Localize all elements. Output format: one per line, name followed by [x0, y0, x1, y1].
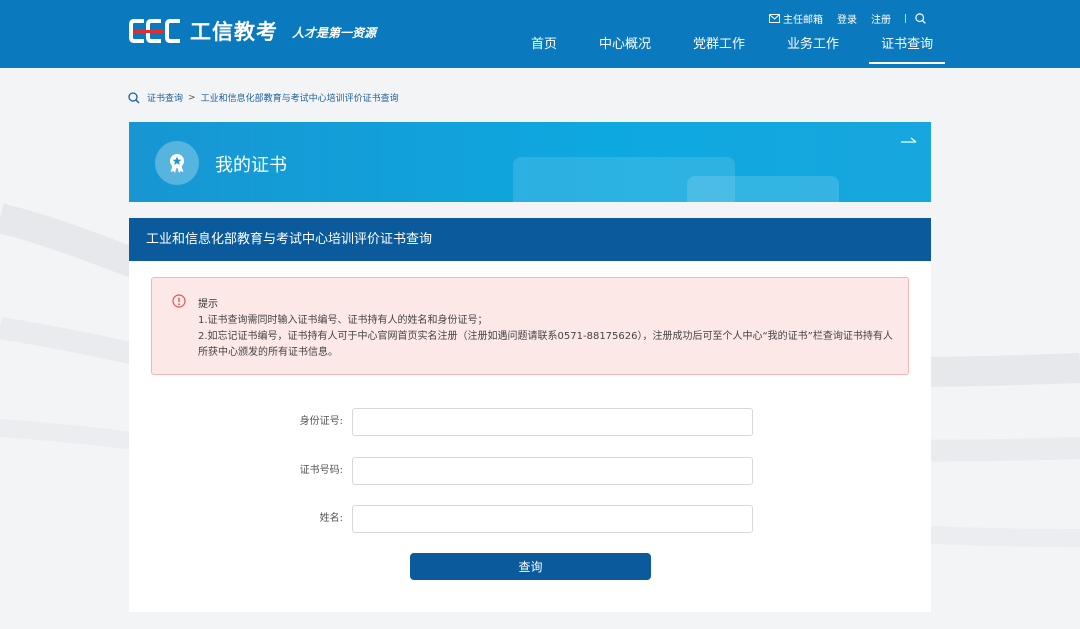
- banner-title: 我的证书: [215, 155, 287, 176]
- breadcrumb: 证书查询 > 工业和信息化部教育与考试中心培训评价证书查询: [128, 91, 399, 104]
- certificate-icon-badge: [155, 141, 199, 185]
- nav-center-overview[interactable]: 中心概况: [587, 35, 663, 68]
- certificate-number-input[interactable]: [352, 457, 753, 485]
- notice-title: 提示: [198, 299, 218, 310]
- register-link[interactable]: 注册: [871, 11, 891, 26]
- breadcrumb-root[interactable]: 证书查询: [147, 91, 183, 104]
- certificate-query-card: 工业和信息化部教育与考试中心培训评价证书查询 提示 1.证书查询需同时输入证书编…: [129, 218, 931, 612]
- arrow-right-icon[interactable]: [901, 136, 917, 146]
- notice-line: 2.如忘记证书编号，证书持有人可于中心官网首页实名注册（注册如遇问题请联系057…: [198, 331, 893, 358]
- utility-links: 主任邮箱 登录 注册: [769, 11, 926, 26]
- search-icon: [128, 91, 140, 103]
- warning-icon: [172, 294, 186, 308]
- notice-box: 提示 1.证书查询需同时输入证书编号、证书持有人的姓名和身份证号； 2.如忘记证…: [151, 277, 909, 375]
- name-input[interactable]: [352, 505, 753, 533]
- search-icon: [915, 13, 926, 24]
- ceec-logo-icon: [129, 19, 180, 43]
- certificate-number-row: 证书号码:: [129, 457, 931, 485]
- name-label: 姓名:: [319, 513, 343, 524]
- breadcrumb-current: 工业和信息化部教育与考试中心培训评价证书查询: [200, 94, 399, 104]
- mail-icon: [769, 14, 780, 23]
- director-mailbox-link[interactable]: 主任邮箱: [769, 11, 823, 26]
- logo-text: 工信教考: [190, 20, 278, 44]
- login-link[interactable]: 登录: [837, 11, 857, 26]
- id-number-row: 身份证号:: [129, 408, 931, 436]
- name-row: 姓名:: [129, 505, 931, 533]
- mail-label: 主任邮箱: [783, 15, 823, 26]
- certificate-icon: [170, 154, 184, 173]
- certificate-number-label: 证书号码:: [299, 465, 343, 476]
- nav-business-work[interactable]: 业务工作: [775, 35, 851, 68]
- notice-line: 1.证书查询需同时输入证书编号、证书持有人的姓名和身份证号；: [198, 315, 488, 326]
- nav-party-work[interactable]: 党群工作: [681, 35, 757, 68]
- card-title: 工业和信息化部教育与考试中心培训评价证书查询: [129, 218, 931, 261]
- my-certificate-banner[interactable]: 我的证书: [129, 122, 931, 202]
- site-logo[interactable]: 工信教考: [128, 16, 278, 46]
- banner-decoration: [687, 176, 839, 202]
- header-search-button[interactable]: [915, 13, 926, 24]
- nav-certificate-query[interactable]: 证书查询: [869, 35, 946, 68]
- breadcrumb-separator: >: [188, 92, 196, 103]
- query-button[interactable]: 查询: [410, 553, 651, 580]
- logo-slogan: 人才是第一资源: [292, 26, 377, 40]
- divider: [905, 14, 906, 23]
- id-number-input[interactable]: [352, 408, 753, 436]
- site-header: 工信教考 人才是第一资源 主任邮箱 登录 注册 首页 中心概况 党群工作 业务工…: [0, 0, 1080, 68]
- main-nav: 首页 中心概况 党群工作 业务工作 证书查询: [510, 35, 954, 68]
- nav-home[interactable]: 首页: [519, 35, 569, 68]
- id-number-label: 身份证号:: [299, 416, 343, 427]
